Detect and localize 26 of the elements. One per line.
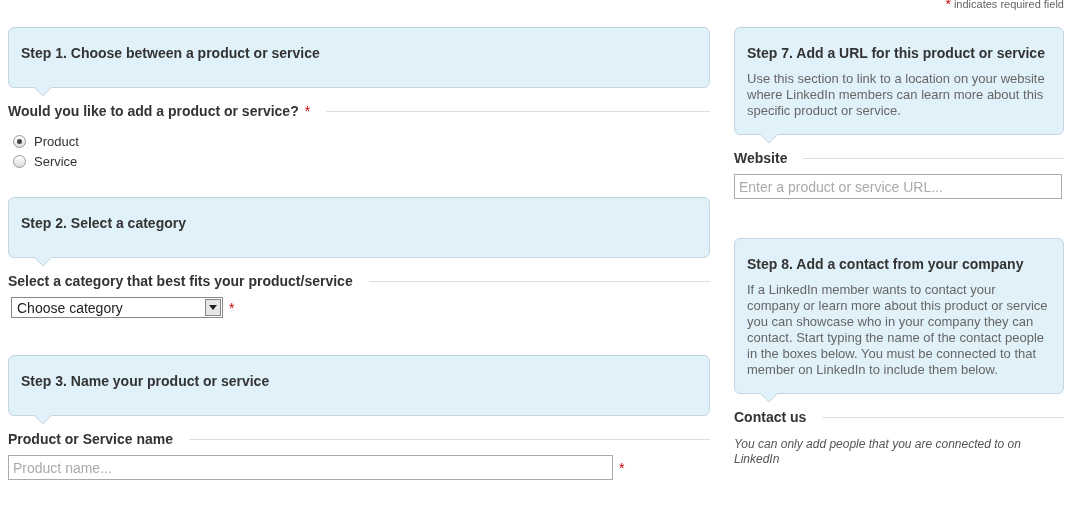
required-field-note: indicates required field [953,0,1064,10]
step-title: Step 7. Add a URL for this product or service [747,45,1046,61]
step-title: Step 3. Name your product or service [21,373,271,389]
field-label: Website [734,150,788,166]
caret-icon [205,299,221,316]
text-input-field[interactable]: Product name... [8,455,613,480]
field-label: Contact us [734,409,807,425]
required-asterisk: * [229,299,235,316]
text-input-field[interactable]: Enter a product or service URL... [734,174,1062,199]
required-asterisk: * [304,103,311,119]
step-title: Step 8. Add a contact from your company [747,256,1025,272]
field-label: Product or Service name [8,431,173,447]
step-description: Use this section to link to a location on your website where LinkedIn members can learn more about this specific product or service. [747,71,1046,119]
required-asterisk: * [945,0,951,10]
field-label: Would you like to add a product or service? [8,103,299,119]
required-asterisk: * [619,459,625,476]
step-description: If a LinkedIn member wants to contact your company or learn more about this product or service you can showcase who in your company they can contact. Start typing the name of the contact people in the boxes below. You must be connected to that member on LinkedIn to include them below. [747,282,1049,378]
step-title: Step 2. Select a category [21,215,187,231]
helper-note: You can only add people that you are connected to on LinkedIn [734,437,1022,467]
radio-button[interactable] [13,154,26,168]
radio-label: Product [34,133,79,149]
radio-button[interactable] [13,134,26,148]
radio-label: Service [34,153,78,169]
category-dropdown[interactable]: Choose category [11,297,223,318]
step-title: Step 1. Choose between a product or service [21,45,321,61]
field-label: Select a category that best fits your product/service [8,273,353,289]
